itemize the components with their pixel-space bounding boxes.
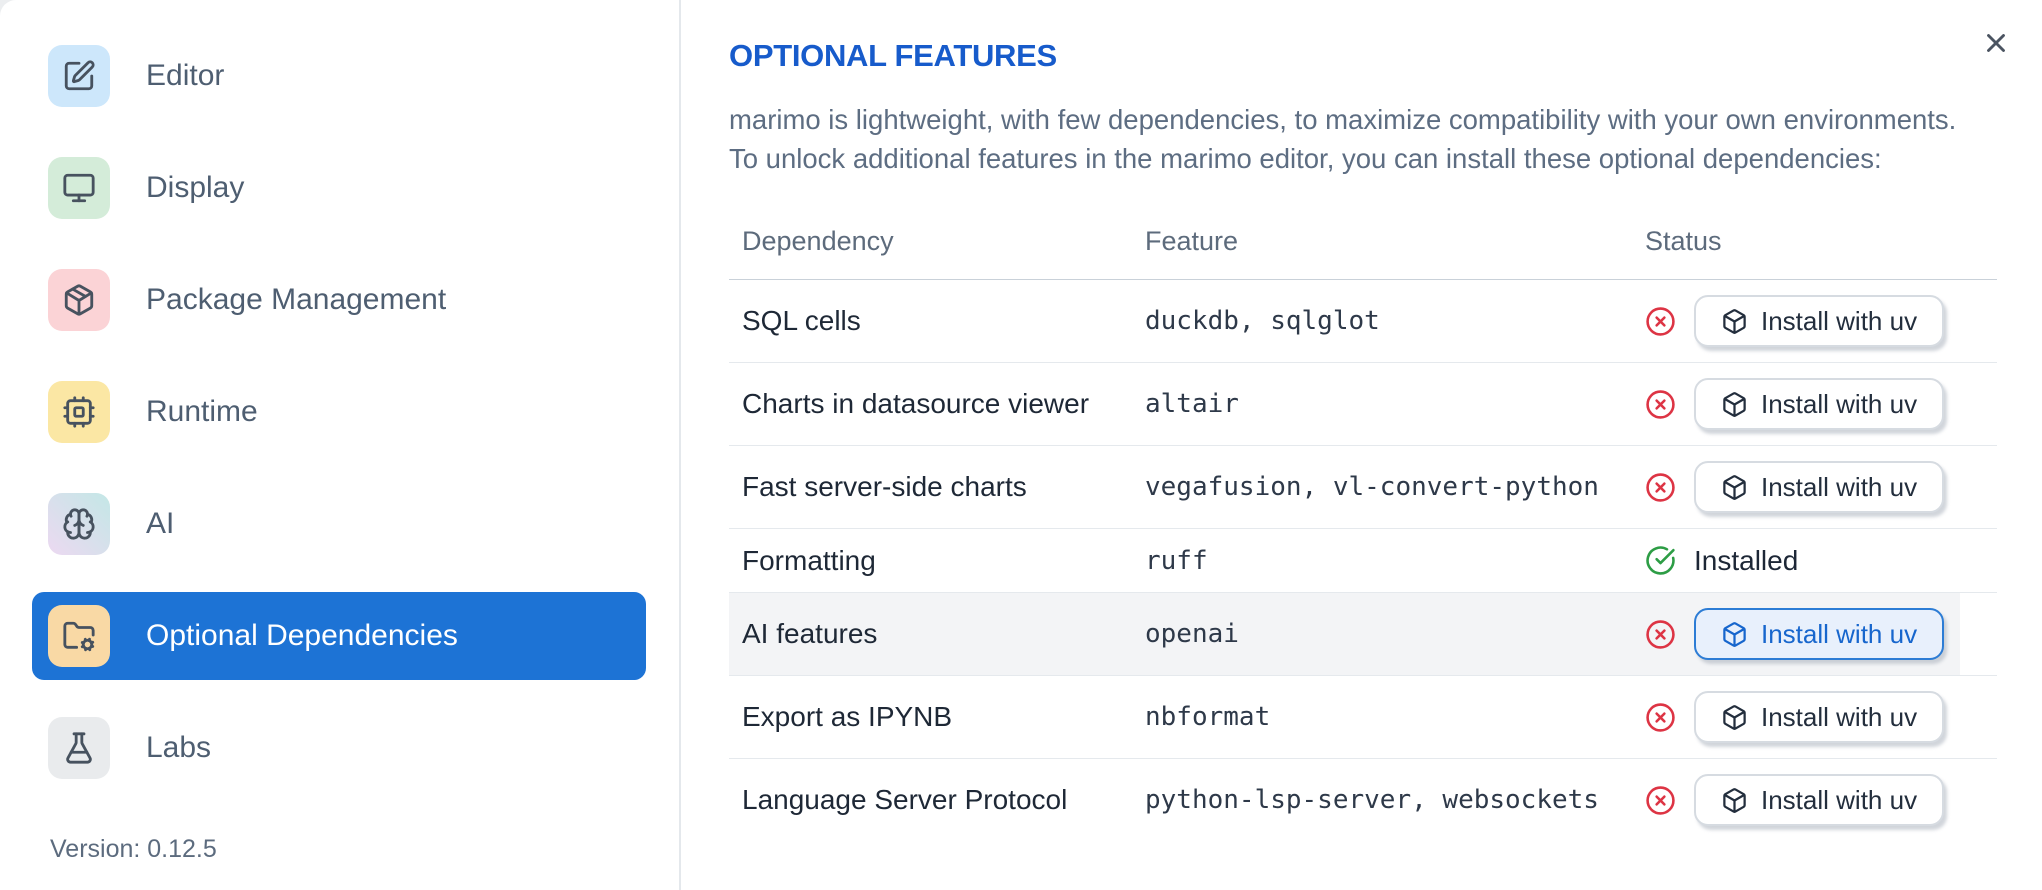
circle-x-icon: [1645, 306, 1676, 337]
install-with-uv-button[interactable]: Install with uv: [1694, 378, 1945, 430]
feature-cell: python-lsp-server, websockets: [1145, 785, 1599, 815]
dependencies-table: Dependency Feature Status SQL cells duck…: [729, 204, 1997, 841]
column-header-status: Status: [1645, 226, 1722, 256]
box-icon: [1721, 704, 1748, 731]
column-header-dependency: Dependency: [742, 226, 894, 256]
optional-features-panel: OPTIONAL FEATURES marimo is lightweight,…: [681, 0, 2042, 890]
status-installed-label: Installed: [1694, 544, 1799, 576]
sidebar-item-package-management[interactable]: Package Management: [32, 256, 646, 344]
table-body: SQL cells duckdb, sqlglot Install with u…: [729, 280, 1997, 841]
install-button-label: Install with uv: [1761, 471, 1918, 502]
column-header-feature: Feature: [1145, 226, 1239, 256]
status-cell: Install with uv: [1645, 280, 1997, 362]
monitor-icon: [62, 171, 96, 205]
feature-cell: openai: [1145, 619, 1239, 649]
status-cell: Installed: [1645, 530, 1997, 592]
sidebar-item-labs[interactable]: Labs: [32, 704, 646, 792]
dependency-cell: Language Server Protocol: [742, 784, 1068, 815]
sidebar-icon-box: [48, 717, 110, 779]
settings-dialog: Editor Display Package Management Runtim…: [0, 0, 2042, 890]
table-row-charts-in-datasource-viewer: Charts in datasource viewer altair Insta…: [729, 363, 1997, 446]
sidebar-icon-box: [48, 605, 110, 667]
circle-check-icon: [1645, 545, 1676, 576]
square-pen-icon: [62, 59, 96, 93]
install-with-uv-button[interactable]: Install with uv: [1694, 608, 1945, 660]
sidebar-item-label: AI: [146, 507, 175, 540]
sidebar-item-optional-dependencies[interactable]: Optional Dependencies: [32, 592, 646, 680]
install-button-label: Install with uv: [1761, 784, 1918, 815]
sidebar-item-editor[interactable]: Editor: [32, 32, 646, 120]
sidebar-item-label: Editor: [146, 59, 225, 92]
sidebar-item-label: Labs: [146, 731, 212, 764]
version-label: Version: 0.12.5: [50, 835, 217, 863]
table-row-fast-server-side-charts: Fast server-side charts vegafusion, vl-c…: [729, 446, 1997, 529]
table-header-row: Dependency Feature Status: [729, 204, 1997, 280]
table-row-ai-features: AI features openai Install with uv: [729, 593, 1997, 676]
install-with-uv-button[interactable]: Install with uv: [1694, 295, 1945, 347]
table-row-formatting: Formatting ruff Installed: [729, 529, 1997, 593]
description: marimo is lightweight, with few dependen…: [729, 100, 2042, 178]
sidebar-item-runtime[interactable]: Runtime: [32, 368, 646, 456]
page-title: OPTIONAL FEATURES: [729, 38, 1057, 73]
status-cell: Install with uv: [1645, 676, 1997, 758]
box-icon: [1721, 474, 1748, 501]
description-line-1: marimo is lightweight, with few dependen…: [729, 104, 1957, 135]
box-icon: [1721, 391, 1748, 418]
box-icon: [1721, 787, 1748, 814]
table-row-language-server-protocol: Language Server Protocol python-lsp-serv…: [729, 759, 1997, 841]
feature-cell: altair: [1145, 389, 1239, 419]
install-button-label: Install with uv: [1761, 305, 1918, 336]
circle-x-icon: [1645, 389, 1676, 420]
sidebar-icon-box: [48, 157, 110, 219]
close-button[interactable]: [1974, 22, 2018, 66]
box-icon: [1721, 621, 1748, 648]
status-cell: Install with uv: [1645, 446, 1997, 528]
dependency-cell: Fast server-side charts: [742, 471, 1027, 502]
feature-cell: duckdb, sqlglot: [1145, 306, 1380, 336]
sidebar-nav: Editor Display Package Management Runtim…: [0, 32, 679, 816]
install-button-label: Install with uv: [1761, 388, 1918, 419]
close-icon: [1981, 28, 2011, 58]
flask-icon: [62, 731, 96, 765]
dependency-cell: SQL cells: [742, 305, 861, 336]
sidebar-icon-box: [48, 45, 110, 107]
status-cell: Install with uv: [1645, 593, 1997, 675]
status-cell: Install with uv: [1645, 363, 1997, 445]
install-with-uv-button[interactable]: Install with uv: [1694, 461, 1945, 513]
table-row-sql-cells: SQL cells duckdb, sqlglot Install with u…: [729, 280, 1997, 363]
dependency-cell: Charts in datasource viewer: [742, 388, 1090, 419]
feature-cell: vegafusion, vl-convert-python: [1145, 472, 1599, 502]
dependency-cell: Export as IPYNB: [742, 701, 953, 732]
cpu-icon: [62, 395, 96, 429]
install-with-uv-button[interactable]: Install with uv: [1694, 691, 1945, 743]
circle-x-icon: [1645, 702, 1676, 733]
install-with-uv-button[interactable]: Install with uv: [1694, 774, 1945, 826]
install-button-label: Install with uv: [1761, 618, 1918, 649]
sidebar-icon-box: [48, 269, 110, 331]
install-button-label: Install with uv: [1761, 701, 1918, 732]
dependency-cell: AI features: [742, 618, 878, 649]
table-row-export-as-ipynb: Export as IPYNB nbformat Install with uv: [729, 676, 1997, 759]
folder-cog-icon: [62, 619, 96, 653]
sidebar-item-label: Display: [146, 171, 245, 204]
sidebar-item-label: Optional Dependencies: [146, 619, 458, 652]
status-cell: Install with uv: [1645, 759, 1997, 841]
feature-cell: nbformat: [1145, 702, 1271, 732]
brain-icon: [62, 507, 96, 541]
package-icon: [62, 283, 96, 317]
sidebar-item-ai[interactable]: AI: [32, 480, 646, 568]
dependency-cell: Formatting: [742, 544, 876, 576]
sidebar-item-label: Runtime: [146, 395, 258, 428]
feature-cell: ruff: [1145, 545, 1208, 576]
circle-x-icon: [1645, 785, 1676, 816]
sidebar-item-label: Package Management: [146, 283, 447, 316]
sidebar-icon-box: [48, 493, 110, 555]
sidebar-item-display[interactable]: Display: [32, 144, 646, 232]
box-icon: [1721, 308, 1748, 335]
sidebar-icon-box: [48, 381, 110, 443]
circle-x-icon: [1645, 619, 1676, 650]
description-line-2: To unlock additional features in the mar…: [729, 143, 1882, 174]
settings-sidebar: Editor Display Package Management Runtim…: [0, 0, 681, 890]
circle-x-icon: [1645, 472, 1676, 503]
